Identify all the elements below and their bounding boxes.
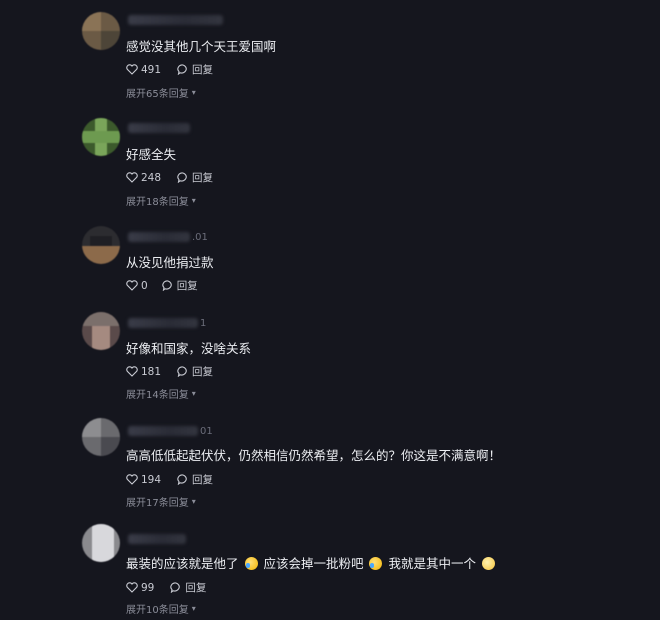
avatar[interactable]: [82, 312, 120, 350]
reply-button[interactable]: 回复: [162, 278, 198, 293]
avatar[interactable]: [82, 118, 120, 156]
comment-text: 从没见他捐过款: [126, 255, 214, 270]
like-button[interactable]: 248: [126, 172, 161, 184]
comment-text-part: 应该会掉一批粉吧: [263, 556, 364, 571]
username[interactable]: 1: [128, 317, 206, 329]
expand-replies-label: 展开14条回复: [126, 390, 189, 401]
comment-actions: 248 回复: [126, 170, 213, 185]
chevron-down-icon: ▾: [191, 389, 196, 398]
reply-button[interactable]: 回复: [177, 170, 213, 185]
like-count: 491: [141, 63, 162, 76]
embarrassed-emoji: [481, 557, 495, 570]
comment-bubble-icon: [170, 582, 181, 593]
comment-bubble-icon: [177, 366, 187, 377]
reply-label: 回复: [192, 366, 214, 378]
chevron-down-icon: ▾: [191, 196, 196, 205]
reply-label: 回复: [185, 582, 207, 594]
laugh-cry-emoji: [369, 557, 383, 570]
avatar[interactable]: [82, 524, 120, 562]
expand-replies-label: 展开18条回复: [126, 197, 189, 208]
heart-icon: [126, 172, 138, 183]
expand-replies-button[interactable]: 展开14条回复 ▾: [126, 386, 196, 401]
username[interactable]: 01: [128, 425, 213, 437]
comment-text-part: 最装的应该就是他了: [126, 556, 239, 571]
chevron-down-icon: ▾: [191, 604, 196, 613]
comment-actions: 0 回复: [126, 278, 198, 293]
reply-button[interactable]: 回复: [170, 580, 206, 595]
like-count: 181: [141, 365, 162, 378]
like-count: 99: [141, 581, 155, 594]
comment-text: 感觉没其他几个天王爱国啊: [126, 39, 277, 54]
expand-replies-button[interactable]: 展开10条回复 ▾: [126, 601, 196, 616]
like-button[interactable]: 99: [126, 582, 154, 594]
reply-button[interactable]: 回复: [177, 62, 213, 77]
comment-text: 好像和国家，没啥关系: [126, 341, 252, 356]
heart-icon: [126, 366, 138, 377]
reply-label: 回复: [192, 474, 214, 486]
username[interactable]: .01: [128, 231, 208, 243]
comment-text: 最装的应该就是他了 应该会掉一批粉吧 我就是其中一个: [126, 553, 497, 572]
chevron-down-icon: ▾: [191, 497, 196, 506]
chevron-down-icon: ▾: [191, 88, 196, 97]
avatar[interactable]: [82, 226, 120, 264]
avatar[interactable]: [82, 12, 120, 50]
heart-icon: [126, 474, 138, 485]
reply-label: 回复: [176, 280, 198, 292]
like-count: 248: [141, 171, 162, 184]
reply-button[interactable]: 回复: [177, 472, 213, 487]
heart-icon: [126, 280, 138, 291]
comment-actions: 194 回复: [126, 472, 213, 487]
username[interactable]: [128, 122, 190, 134]
comment-text: 高高低低起起伏伏，仍然相信仍然希望，怎么的？你这是不满意啊！: [126, 448, 502, 463]
expand-replies-label: 展开65条回复: [126, 89, 189, 100]
reply-label: 回复: [192, 172, 214, 184]
username[interactable]: [128, 14, 225, 26]
like-button[interactable]: 0: [126, 280, 148, 292]
comment-bubble-icon: [177, 64, 187, 75]
comment-bubble-icon: [177, 474, 187, 485]
avatar[interactable]: [82, 418, 120, 456]
expand-replies-button[interactable]: 展开18条回复 ▾: [126, 193, 196, 208]
comment-actions: 491 回复: [126, 62, 213, 77]
like-count: 0: [141, 279, 148, 292]
expand-replies-button[interactable]: 展开65条回复 ▾: [126, 85, 196, 100]
expand-replies-button[interactable]: 展开17条回复 ▾: [126, 494, 196, 509]
like-button[interactable]: 194: [126, 474, 161, 486]
like-button[interactable]: 491: [126, 64, 161, 76]
reply-button[interactable]: 回复: [177, 364, 213, 379]
comment-bubble-icon: [162, 280, 172, 291]
expand-replies-label: 展开10条回复: [126, 605, 189, 616]
comment-text-part: 我就是其中一个: [388, 556, 476, 571]
comment-bubble-icon: [177, 172, 187, 183]
heart-icon: [126, 64, 138, 75]
expand-replies-label: 展开17条回复: [126, 498, 189, 509]
heart-icon: [126, 582, 138, 593]
comment-actions: 181 回复: [126, 364, 213, 379]
reply-label: 回复: [192, 64, 214, 76]
comment-actions: 99 回复: [126, 580, 206, 595]
username[interactable]: [128, 533, 186, 545]
laugh-cry-emoji: [244, 557, 258, 570]
comment-text: 好感全失: [126, 147, 177, 162]
like-count: 194: [141, 473, 162, 486]
like-button[interactable]: 181: [126, 366, 161, 378]
